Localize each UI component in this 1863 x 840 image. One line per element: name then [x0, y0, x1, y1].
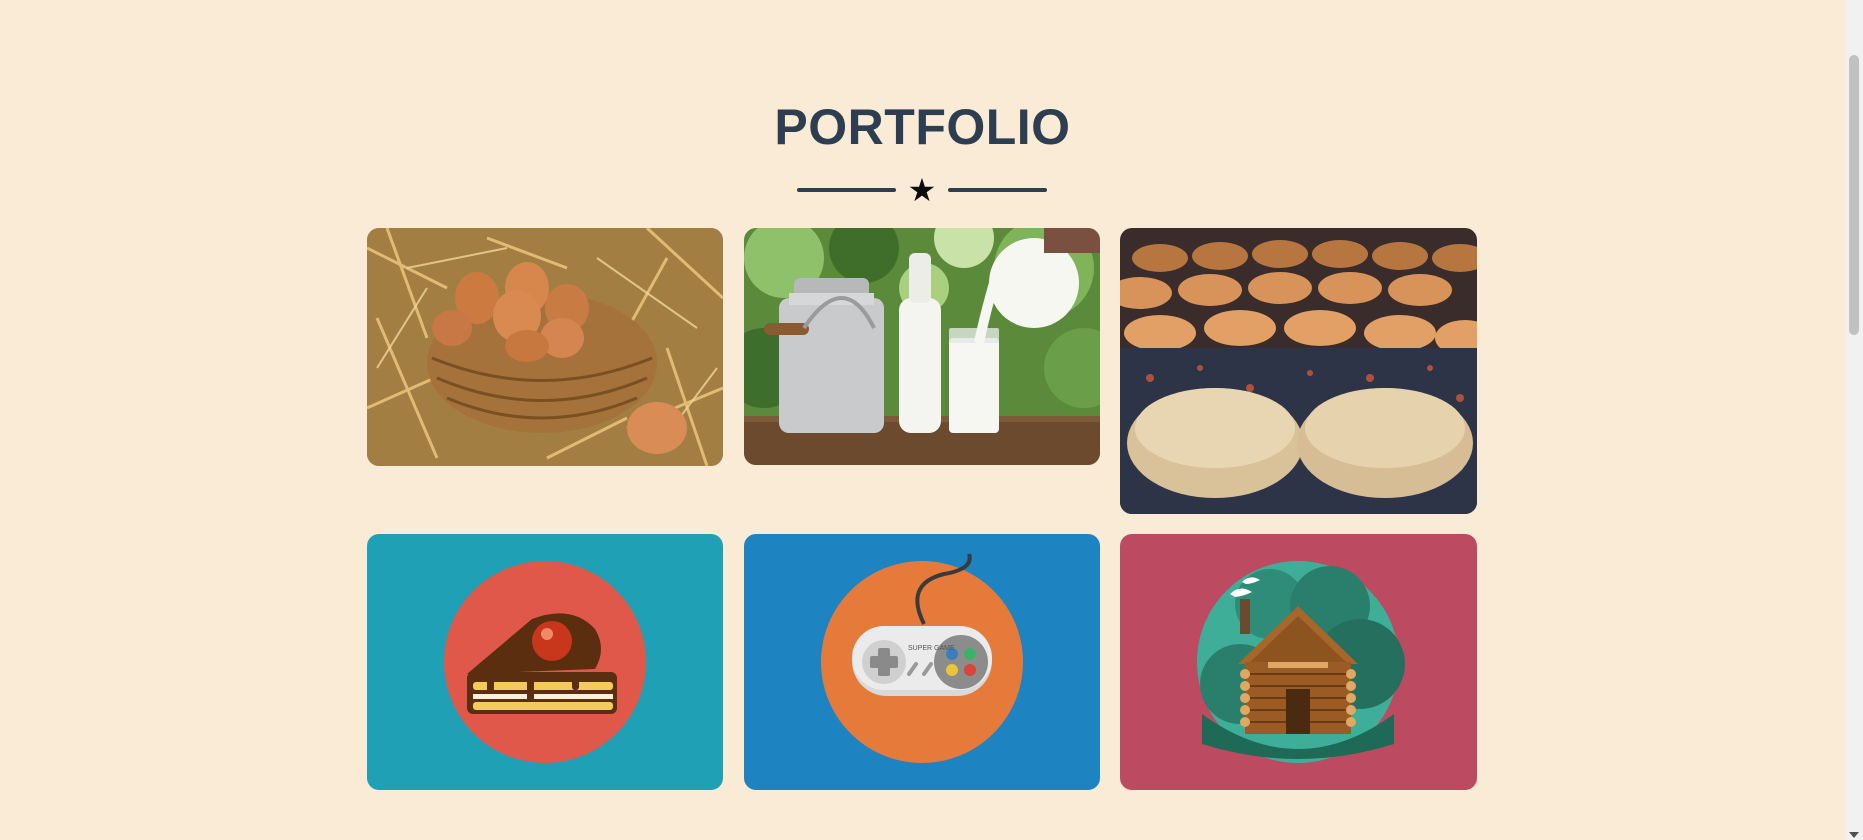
controller-label: SUPER GAME [908, 645, 955, 652]
portfolio-item-milk[interactable] [744, 228, 1100, 465]
portfolio-item-cabin[interactable] [1120, 534, 1477, 790]
portfolio-item-cake[interactable] [367, 534, 723, 790]
portfolio-item-eggs[interactable] [367, 228, 723, 466]
title-divider: ★ [797, 172, 1047, 208]
divider-line-right [948, 188, 1047, 192]
portfolio-section: PORTFOLIO ★ SUPER GAME [0, 0, 1845, 840]
bread-loaves-oven-image [1120, 228, 1477, 514]
portfolio-item-controller[interactable]: SUPER GAME [744, 534, 1100, 790]
page-title: PORTFOLIO [774, 99, 1071, 155]
divider-line-left [797, 188, 896, 192]
eggs-in-basket-image [367, 228, 723, 466]
vertical-scrollbar[interactable] [1845, 0, 1863, 840]
scroll-down-arrow-icon[interactable] [1849, 832, 1859, 838]
game-controller-image: SUPER GAME [744, 534, 1100, 790]
cake-slice-image [367, 534, 723, 790]
star-icon: ★ [907, 172, 937, 208]
portfolio-item-bread[interactable] [1120, 228, 1477, 514]
milk-jug-and-bottles-image [744, 228, 1100, 465]
scrollbar-thumb[interactable] [1849, 55, 1859, 335]
log-cabin-image [1120, 534, 1477, 790]
